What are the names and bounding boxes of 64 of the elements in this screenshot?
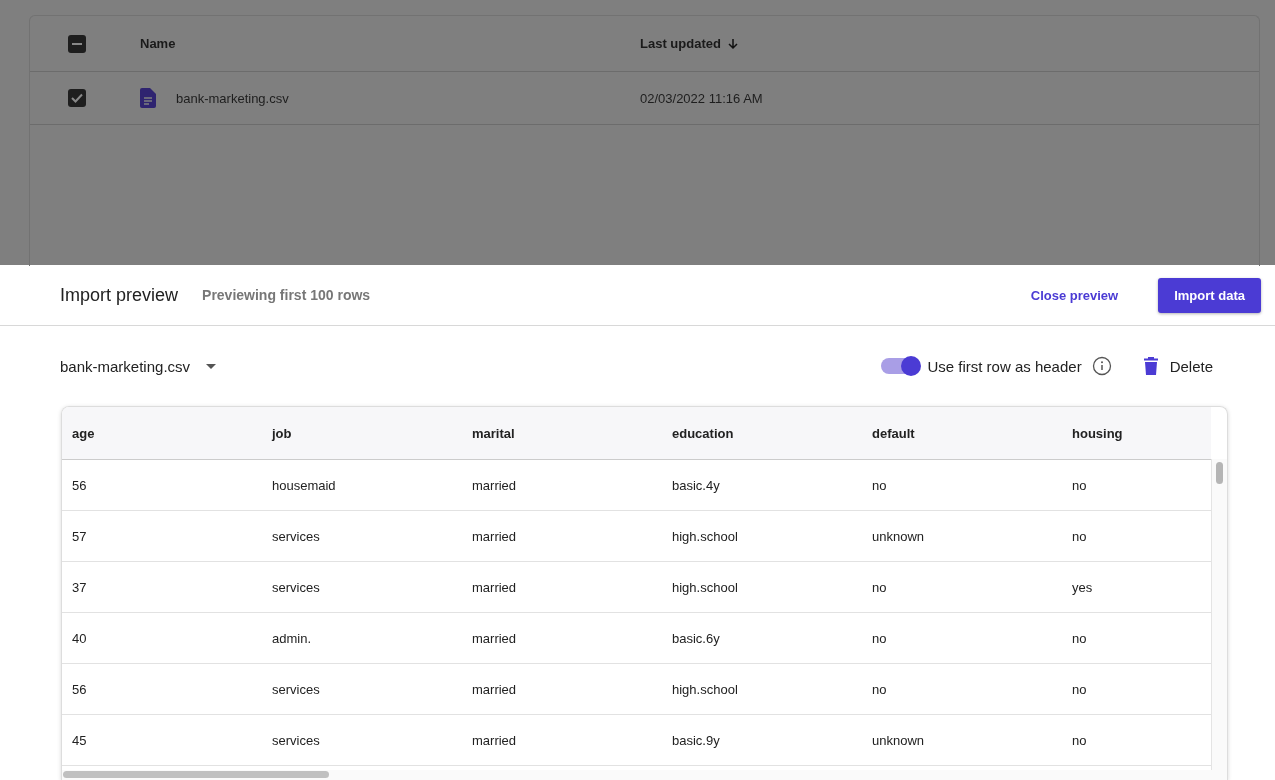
column-header: age [71, 425, 96, 441]
file-dropdown[interactable]: bank-marketing.csv [60, 357, 882, 375]
table-cell-text: 02/03/2022 11:16 AM [640, 90, 764, 106]
table-cell-text: 37 [71, 579, 88, 595]
table-cell-text: admin. [271, 630, 313, 646]
table-cell-text: no [1071, 528, 1088, 544]
column-header: education [671, 425, 735, 441]
table-cell-text: 45 [71, 732, 88, 748]
trash-icon [1143, 357, 1158, 375]
table-cell-text: basic.6y [671, 630, 721, 646]
table-cell-text: housemaid [271, 477, 337, 493]
table-cell-text: 57 [71, 528, 88, 544]
column-header: default [871, 425, 916, 441]
column-header: housing [1071, 425, 1124, 441]
table-cell-text: married [471, 732, 518, 748]
info-icon[interactable] [1091, 356, 1112, 376]
row-checkbox[interactable] [68, 89, 86, 107]
table-cell-text: 56 [71, 681, 88, 697]
column-header[interactable]: Last updated [640, 36, 1259, 51]
table-cell-text: unknown [871, 528, 926, 544]
table-cell-text: high.school [671, 579, 739, 595]
caret-icon [206, 363, 217, 369]
panel-title: Import preview [60, 284, 179, 306]
panel-subtitle: Previewing first 100 rows [202, 287, 372, 303]
table-cell-text: services [271, 732, 321, 748]
column-header: job [270, 425, 293, 441]
minus-icon [72, 42, 82, 45]
table-cell-text: married [471, 528, 518, 544]
table-cell-text: no [1071, 732, 1088, 748]
table-cell-text: no [871, 477, 888, 493]
table-cell-text: married [471, 477, 518, 493]
table-cell-text: services [271, 528, 321, 544]
file-name[interactable]: bank-marketing.csv [176, 90, 289, 106]
table-cell-text: basic.4y [671, 477, 721, 493]
delete-button[interactable]: Delete [1143, 357, 1213, 375]
table-cell-text: 40 [71, 630, 88, 646]
table-cell-text: no [871, 681, 888, 697]
table-cell-text: no [1071, 681, 1088, 697]
column-header: marital [471, 425, 516, 441]
sort-arrow-icon[interactable] [726, 37, 739, 50]
vertical-scrollbar[interactable] [1211, 459, 1227, 770]
horizontal-scrollbar[interactable] [62, 770, 1227, 780]
table-cell-text: high.school [671, 528, 739, 544]
document-icon [140, 88, 156, 108]
table-cell-text: no [871, 630, 888, 646]
table-cell-text: married [471, 579, 518, 595]
table-cell-text: no [871, 579, 888, 595]
close-preview-link[interactable]: Close preview [1030, 287, 1119, 303]
table-cell-text: married [471, 630, 518, 646]
table-cell-text: basic.9y [671, 732, 721, 748]
column-header[interactable]: Name [140, 36, 640, 51]
table-cell-text: unknown [871, 732, 926, 748]
table-cell-text: married [471, 681, 518, 697]
table-cell-text: 56 [71, 477, 88, 493]
toggle-label: Use first row as header [927, 357, 1082, 375]
table-cell-text: yes [1071, 579, 1094, 595]
table-cell-text: high.school [671, 681, 739, 697]
import-button[interactable]: Import data [1158, 277, 1261, 313]
indeterminate-checkbox[interactable] [68, 34, 86, 53]
toggle-switch[interactable] [881, 358, 920, 374]
table-cell-text: no [1071, 477, 1088, 493]
table-cell-text: services [271, 681, 321, 697]
table-cell-text: services [271, 579, 321, 595]
table-cell-text: no [1071, 630, 1088, 646]
